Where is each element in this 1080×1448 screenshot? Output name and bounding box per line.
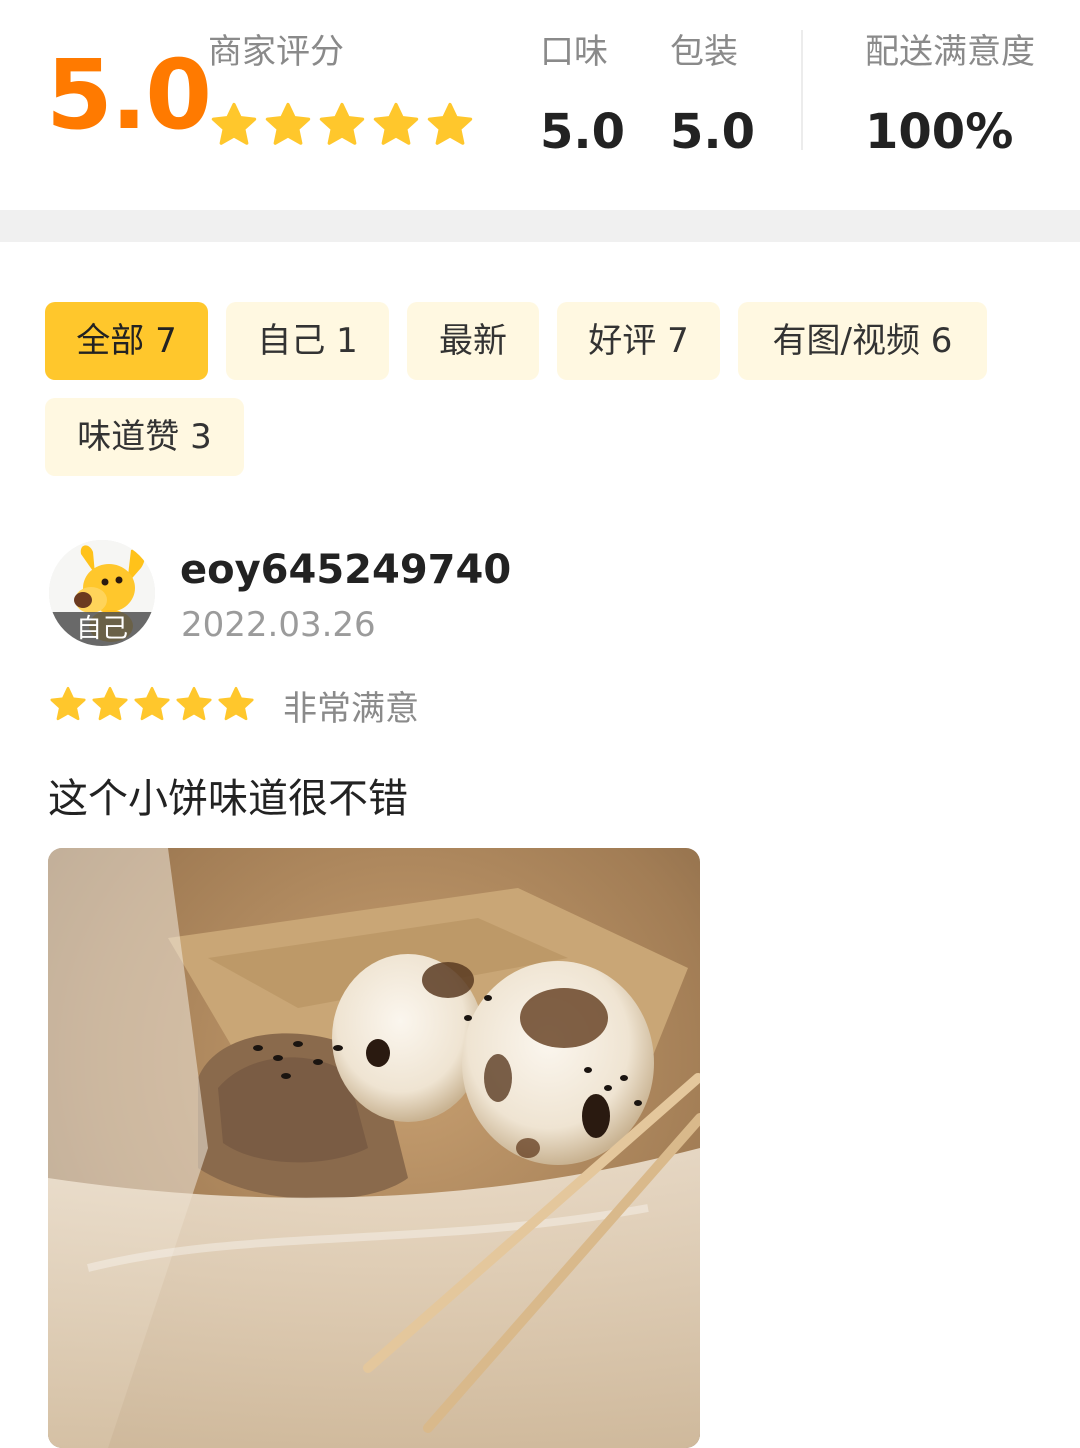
review-date: 2022.03.26	[181, 605, 376, 645]
reviewer-username: eoy645249740	[180, 547, 512, 593]
filter-chip-with-media[interactable]: 有图/视频 6	[738, 302, 987, 380]
divider	[801, 30, 803, 150]
merchant-star-rating	[210, 102, 474, 150]
review-star-rating	[49, 686, 255, 726]
star-icon	[175, 686, 213, 726]
food-photo-image	[48, 848, 700, 1448]
satisfaction-label: 非常满意	[283, 689, 419, 729]
review-text: 这个小饼味道很不错	[48, 776, 408, 822]
overall-score: 5.0	[46, 39, 212, 151]
metric-packaging: 包装 5.0	[670, 28, 755, 160]
metric-taste: 口味 5.0	[540, 28, 625, 160]
metric-label: 口味	[540, 32, 608, 72]
metric-label: 包装	[670, 32, 738, 72]
metric-value: 5.0	[670, 104, 756, 160]
metric-value: 100%	[865, 104, 1014, 160]
filter-chip-positive[interactable]: 好评 7	[557, 302, 720, 380]
star-icon	[372, 102, 420, 150]
review-photo[interactable]	[48, 848, 700, 1448]
filter-chip-latest[interactable]: 最新	[407, 302, 539, 380]
star-icon	[217, 686, 255, 726]
star-icon	[133, 686, 171, 726]
section-divider	[0, 210, 1080, 242]
rating-summary: 5.0 商家评分 口味 5.0 包装 5.0 配送满意度 100%	[0, 0, 1080, 210]
filter-chip-self[interactable]: 自己 1	[226, 302, 389, 380]
star-icon	[210, 102, 258, 150]
filter-chip-taste-praise[interactable]: 味道赞 3	[45, 398, 244, 476]
filter-chip-all[interactable]: 全部 7	[45, 302, 208, 380]
avatar[interactable]: 自己	[49, 540, 155, 646]
metric-delivery: 配送满意度 100%	[865, 28, 1035, 160]
metric-value: 5.0	[540, 104, 626, 160]
star-icon	[91, 686, 129, 726]
self-badge: 自己	[49, 612, 155, 646]
merchant-rating-label: 商家评分	[208, 32, 344, 72]
metric-label: 配送满意度	[865, 32, 1035, 72]
star-icon	[426, 102, 474, 150]
star-icon	[49, 686, 87, 726]
star-icon	[264, 102, 312, 150]
star-icon	[318, 102, 366, 150]
